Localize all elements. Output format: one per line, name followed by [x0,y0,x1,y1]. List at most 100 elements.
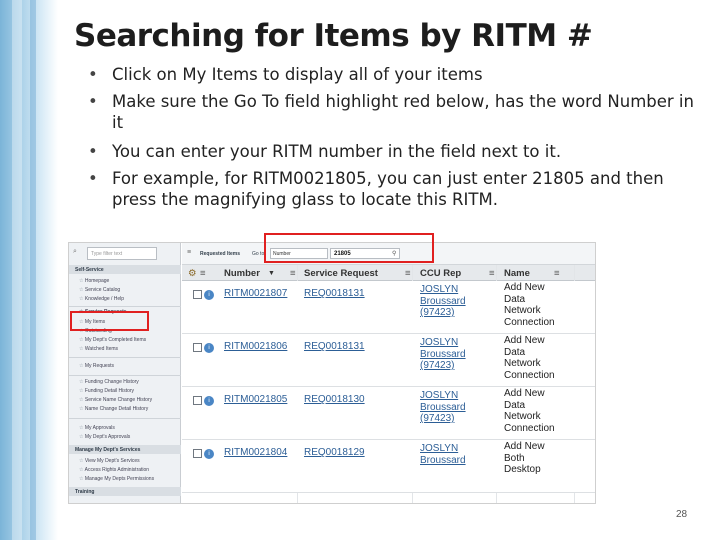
name-line: Add New [504,441,545,452]
request-number-link[interactable]: REQ0018131 [304,288,365,299]
name-line: Add New [504,335,545,346]
rep-name: JOSLYN [420,390,459,401]
list-title: Requested Items [200,251,241,257]
info-icon[interactable]: i [204,449,214,459]
info-icon[interactable]: i [204,396,214,406]
nav-item-knowledge[interactable]: Knowledge / Help [79,296,124,302]
request-number-link[interactable]: REQ0018129 [304,447,365,458]
name-line: Network [504,358,541,369]
nav-section-training[interactable]: Training [75,489,94,495]
column-menu-icon[interactable]: ≡ [405,268,411,279]
column-menu-icon[interactable]: ≡ [489,268,495,279]
goto-highlight-box [264,233,434,263]
nav-item-funding-detail[interactable]: Funding Detail History [79,388,134,394]
name-line: Data [504,346,526,358]
my-items-highlight-box [70,311,149,331]
nav-divider [69,418,181,419]
row-checkbox[interactable] [193,343,202,352]
navigator-sidebar: ⌕ Type filter text Self-Service Homepage… [69,243,181,503]
rep-name: JOSLYN [420,443,459,454]
name-line: Desktop [504,464,541,475]
col-header-ccu-rep[interactable]: CCU Rep [420,268,461,279]
row-checkbox[interactable] [193,449,202,458]
info-icon[interactable]: i [204,343,214,353]
column-menu-icon[interactable]: ≡ [290,268,296,279]
rep-surname: Broussard [420,454,466,466]
settings-gear-icon[interactable]: ⚙ [188,268,197,279]
left-decorative-band [0,0,58,540]
row-checkbox[interactable] [193,396,202,405]
rep-surname: Broussard [420,348,466,360]
nav-divider [69,357,181,358]
back-arrow-icon[interactable]: ≡ [187,249,191,256]
rep-id: (97423) [420,360,455,371]
nav-section-manage[interactable]: Manage My Dept's Services [75,447,140,453]
table-header: ⚙ ≡ Number ▼ ≡ Service Request ≡ CCU Rep… [182,265,595,281]
name-line: Both [504,452,525,464]
name-line: Connection [504,422,555,434]
item-name: Add New Data Network Connection [504,388,574,434]
nav-item-homepage[interactable]: Homepage [79,278,109,284]
ritm-number-link[interactable]: RITM0021806 [224,341,287,352]
nav-item-my-requests[interactable]: My Requests [79,363,114,369]
ccu-rep-link[interactable]: JOSLYN Broussard (97423) [420,390,475,425]
request-number-link[interactable]: REQ0018131 [304,341,365,352]
filter-icon: ⌕ [73,248,77,255]
slide-title: Searching for Items by RITM # [74,18,593,54]
ccu-rep-link[interactable]: JOSLYN Broussard (97423) [420,337,475,372]
band-stripe [30,0,36,540]
nav-item-funding-change[interactable]: Funding Change History [79,379,139,385]
page-number: 28 [676,509,688,520]
nav-divider [69,306,181,307]
bullet-list: Click on My Items to display all of your… [84,64,694,216]
item-name: Add New Data Network Connection [504,335,574,381]
sort-desc-icon[interactable]: ▼ [268,270,275,277]
ritm-number-link[interactable]: RITM0021807 [224,288,287,299]
rep-name: JOSLYN [420,337,459,348]
ritm-number-link[interactable]: RITM0021804 [224,447,287,458]
rep-name: JOSLYN [420,284,459,295]
ritm-number-link[interactable]: RITM0021805 [224,394,287,405]
name-line: Data [504,399,526,411]
nav-item-watched[interactable]: Watched Items [79,346,118,352]
bullet-item: Click on My Items to display all of your… [84,64,694,85]
rep-surname: Broussard [420,401,466,413]
nav-item-dept-permissions[interactable]: Manage My Depts Permissions [79,476,154,482]
nav-item-completed[interactable]: My Dept's Completed Items [79,337,146,343]
goto-label: Go to [252,251,265,257]
row-checkbox[interactable] [193,290,202,299]
col-header-name[interactable]: Name [504,268,530,279]
name-line: Data [504,293,526,305]
rep-id: (97423) [420,413,455,424]
info-icon[interactable]: i [204,290,214,300]
ccu-rep-link[interactable]: JOSLYN Broussard [420,443,475,466]
name-line: Network [504,305,541,316]
column-menu-icon[interactable]: ≡ [200,268,206,279]
name-line: Connection [504,316,555,328]
table-row[interactable]: i RITM0021805 REQ0018130 JOSLYN Broussard… [182,387,595,440]
filter-input[interactable]: Type filter text [87,247,157,260]
bullet-item: Make sure the Go To field highlight red … [84,91,694,133]
nav-item-service-catalog[interactable]: Service Catalog [79,287,120,293]
nav-item-view-services[interactable]: View My Dept's Services [79,458,140,464]
nav-item-access-rights[interactable]: Access Rights Administration [79,467,149,473]
nav-item-name-change[interactable]: Service Name Change History [79,397,152,403]
col-header-number[interactable]: Number [224,268,260,279]
name-line: Add New [504,388,545,399]
table-row[interactable]: i RITM0021806 REQ0018131 JOSLYN Broussard… [182,334,595,387]
name-line: Network [504,411,541,422]
app-screenshot: ⌕ Type filter text Self-Service Homepage… [68,242,596,504]
nav-item-name-detail[interactable]: Name Change Detail History [79,406,148,412]
request-number-link[interactable]: REQ0018130 [304,394,365,405]
col-header-service-request[interactable]: Service Request [304,268,378,279]
item-name: Add New Both Desktop [504,441,574,476]
ccu-rep-link[interactable]: JOSLYN Broussard (97423) [420,284,475,319]
nav-item-dept-approvals[interactable]: My Dept's Approvals [79,434,130,440]
table-row[interactable]: i RITM0021807 REQ0018131 JOSLYN Broussard… [182,281,595,334]
nav-item-my-approvals[interactable]: My Approvals [79,425,115,431]
nav-section-self-service[interactable]: Self-Service [75,267,104,273]
nav-divider [69,375,181,376]
name-line: Connection [504,369,555,381]
column-menu-icon[interactable]: ≡ [554,268,560,279]
table-row[interactable]: i RITM0021804 REQ0018129 JOSLYN Broussard… [182,440,595,493]
